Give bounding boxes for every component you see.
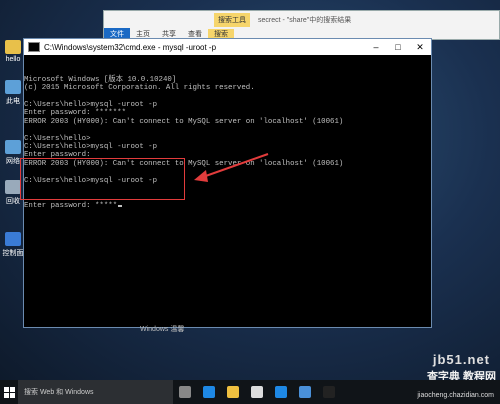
desktop-icon-image <box>5 40 21 54</box>
watermark-site: jb51.net <box>432 352 490 367</box>
desktop-icon-image <box>5 232 21 246</box>
console-line: ERROR 2003 (HY000): Can't connect to MyS… <box>24 117 344 126</box>
console-line: C:\Users\hello>mysql -uroot -p <box>24 101 158 110</box>
cmd-titlebar[interactable]: C:\Windows\system32\cmd.exe - mysql -uro… <box>24 39 431 55</box>
text-cursor <box>118 204 123 207</box>
desktop-icon-image <box>5 180 21 194</box>
watermark-url: jiaocheng.chazidian.com <box>417 392 494 399</box>
store-icon[interactable] <box>245 380 269 404</box>
annotation-arrow-icon <box>194 153 269 182</box>
settings-icon[interactable] <box>269 380 293 404</box>
cmd-title: C:\Windows\system32\cmd.exe - mysql -uro… <box>44 42 217 52</box>
task-view-icon-glyph <box>179 386 191 398</box>
edge-icon[interactable] <box>197 380 221 404</box>
cmd-icon[interactable] <box>317 380 341 404</box>
desktop-icon[interactable]: 此电 <box>2 80 24 106</box>
maximize-button[interactable]: □ <box>387 42 409 53</box>
desktop-icon[interactable]: hello <box>2 40 24 63</box>
desktop-icon-image <box>5 80 21 94</box>
mail-icon-glyph <box>299 386 311 398</box>
settings-icon-glyph <box>275 386 287 398</box>
console-line: C:\Users\hello> <box>24 134 91 143</box>
annotation-highlight-box <box>20 158 185 200</box>
explorer-icon-glyph <box>227 386 239 398</box>
desktop-icon-label: 控制面 <box>2 250 24 257</box>
desktop-icon-label: 此电 <box>6 98 20 105</box>
minimize-button[interactable]: – <box>365 42 387 53</box>
console-last-line: Enter password: ***** <box>24 201 118 210</box>
explorer-title: secrect - "share"中的搜索结果 <box>258 16 352 24</box>
start-button[interactable] <box>0 380 18 404</box>
explorer-icon[interactable] <box>221 380 245 404</box>
store-icon-glyph <box>251 386 263 398</box>
cmd-window-icon <box>28 42 40 52</box>
cmd-icon-glyph <box>323 386 335 398</box>
desktop-icon[interactable]: 控制面 <box>2 232 24 258</box>
console-line: Microsoft Windows [版本 10.0.10240] <box>24 75 177 84</box>
console-line: (c) 2015 Microsoft Corporation. All righ… <box>24 84 255 93</box>
search-tools-tab[interactable]: 搜索工具 <box>214 12 250 27</box>
desktop-icon-image <box>5 140 21 154</box>
background-window-fragment: Windows 温馨 <box>140 326 185 333</box>
console-output[interactable]: Microsoft Windows [版本 10.0.10240] (c) 201… <box>24 55 431 227</box>
taskbar-search-input[interactable]: 搜索 Web 和 Windows <box>18 380 173 404</box>
mail-icon[interactable] <box>293 380 317 404</box>
close-button[interactable]: ✕ <box>409 42 431 53</box>
file-explorer-window[interactable]: 搜索工具 secrect - "share"中的搜索结果 文件 主页 共享 查看… <box>103 10 500 40</box>
console-line: Enter password: ******* <box>24 109 127 118</box>
edge-icon-glyph <box>203 386 215 398</box>
windows-logo-icon <box>3 386 15 398</box>
desktop-icon-label: hello <box>5 56 21 63</box>
task-view-icon[interactable] <box>173 380 197 404</box>
explorer-titlebar[interactable]: 搜索工具 secrect - "share"中的搜索结果 <box>104 11 499 28</box>
